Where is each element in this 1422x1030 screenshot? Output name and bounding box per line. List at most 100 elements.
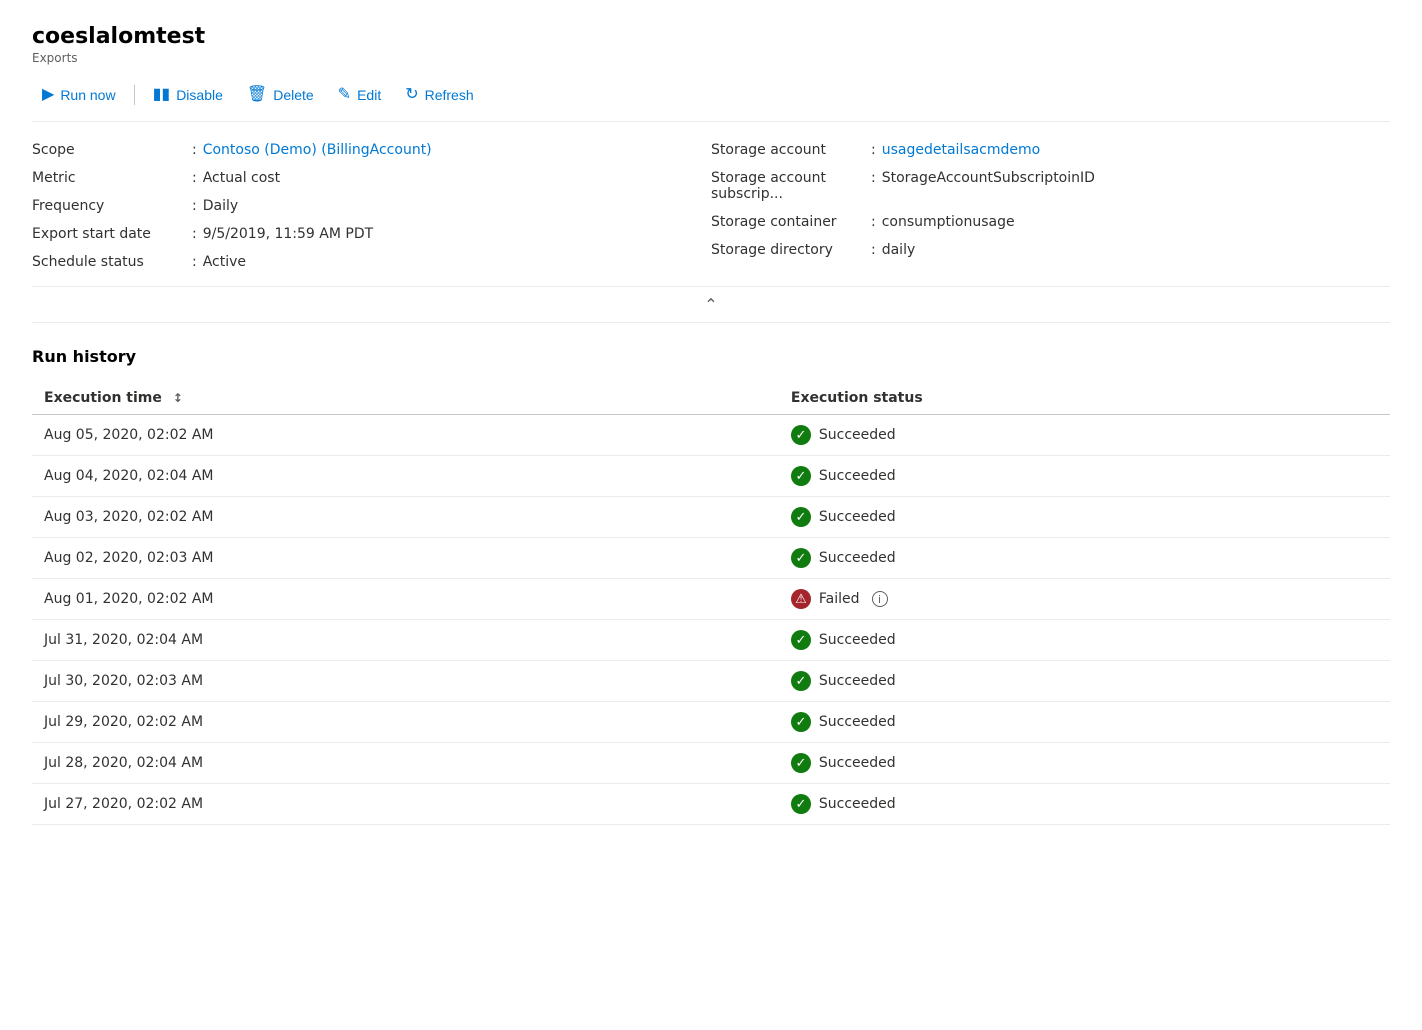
status-icon: ✓: [791, 630, 811, 650]
detail-label: Storage account: [711, 142, 871, 158]
execution-status-cell: ✓ Succeeded: [779, 743, 1390, 784]
detail-label: Frequency: [32, 198, 192, 214]
details-section: Scope : Contoso (Demo) (BillingAccount) …: [32, 142, 1390, 270]
table-row: Jul 29, 2020, 02:02 AM ✓ Succeeded: [32, 702, 1390, 743]
detail-value: Daily: [203, 198, 238, 214]
refresh-button[interactable]: ↻ Refresh: [395, 81, 483, 109]
edit-icon: ✎: [338, 87, 351, 103]
detail-label: Storage container: [711, 214, 871, 230]
detail-value: daily: [882, 242, 916, 258]
collapse-button[interactable]: ⌃: [32, 286, 1390, 323]
detail-label: Export start date: [32, 226, 192, 242]
delete-button[interactable]: 🗑 Delete: [237, 81, 324, 109]
detail-value: StorageAccountSubscriptoinID: [882, 170, 1095, 186]
execution-time-cell: Aug 04, 2020, 02:04 AM: [32, 456, 779, 497]
execution-status-cell: ⚠ Failed i: [779, 579, 1390, 620]
execution-status-cell: ✓ Succeeded: [779, 661, 1390, 702]
status-label: Failed: [819, 591, 860, 607]
table-header-row: Execution time ↕ Execution status: [32, 382, 1390, 415]
info-icon[interactable]: i: [872, 591, 888, 607]
detail-label: Metric: [32, 170, 192, 186]
run-history-title: Run history: [32, 347, 1390, 366]
status-label: Succeeded: [819, 427, 896, 443]
page-title: coeslalomtest: [32, 24, 1390, 49]
detail-row: Storage directory : daily: [711, 242, 1390, 258]
table-row: Jul 30, 2020, 02:03 AM ✓ Succeeded: [32, 661, 1390, 702]
detail-row: Metric : Actual cost: [32, 170, 711, 186]
detail-row: Schedule status : Active: [32, 254, 711, 270]
toolbar: ▶ Run now ▮▮ Disable 🗑 Delete ✎ Edit ↻ R…: [32, 81, 1390, 122]
status-icon: ✓: [791, 548, 811, 568]
table-row: Jul 31, 2020, 02:04 AM ✓ Succeeded: [32, 620, 1390, 661]
status-icon: ✓: [791, 753, 811, 773]
col-execution-time[interactable]: Execution time ↕: [32, 382, 779, 415]
detail-value: 9/5/2019, 11:59 AM PDT: [203, 226, 373, 242]
execution-time-cell: Jul 31, 2020, 02:04 AM: [32, 620, 779, 661]
execution-time-cell: Jul 28, 2020, 02:04 AM: [32, 743, 779, 784]
run-now-button[interactable]: ▶ Run now: [32, 81, 126, 109]
edit-button[interactable]: ✎ Edit: [328, 81, 392, 109]
detail-label: Storage directory: [711, 242, 871, 258]
execution-status-cell: ✓ Succeeded: [779, 702, 1390, 743]
status-icon: ✓: [791, 466, 811, 486]
status-icon: ✓: [791, 425, 811, 445]
status-label: Succeeded: [819, 714, 896, 730]
execution-time-cell: Aug 01, 2020, 02:02 AM: [32, 579, 779, 620]
execution-status-cell: ✓ Succeeded: [779, 415, 1390, 456]
detail-value[interactable]: Contoso (Demo) (BillingAccount): [203, 142, 432, 158]
status-icon: ✓: [791, 507, 811, 527]
execution-status-cell: ✓ Succeeded: [779, 784, 1390, 825]
status-icon: ✓: [791, 671, 811, 691]
toolbar-separator-1: [134, 85, 135, 105]
status-label: Succeeded: [819, 550, 896, 566]
disable-button[interactable]: ▮▮ Disable: [143, 81, 233, 109]
table-row: Aug 03, 2020, 02:02 AM ✓ Succeeded: [32, 497, 1390, 538]
table-row: Aug 01, 2020, 02:02 AM ⚠ Failed i: [32, 579, 1390, 620]
execution-time-cell: Jul 29, 2020, 02:02 AM: [32, 702, 779, 743]
run-history-table: Execution time ↕ Execution status Aug 05…: [32, 382, 1390, 825]
refresh-icon: ↻: [405, 87, 418, 103]
execution-status-cell: ✓ Succeeded: [779, 620, 1390, 661]
detail-row: Frequency : Daily: [32, 198, 711, 214]
status-label: Succeeded: [819, 755, 896, 771]
table-row: Aug 04, 2020, 02:04 AM ✓ Succeeded: [32, 456, 1390, 497]
execution-time-cell: Aug 02, 2020, 02:03 AM: [32, 538, 779, 579]
detail-value[interactable]: usagedetailsacmdemo: [882, 142, 1041, 158]
table-row: Jul 28, 2020, 02:04 AM ✓ Succeeded: [32, 743, 1390, 784]
execution-time-cell: Jul 27, 2020, 02:02 AM: [32, 784, 779, 825]
sort-icon[interactable]: ↕: [173, 391, 183, 405]
details-left-col: Scope : Contoso (Demo) (BillingAccount) …: [32, 142, 711, 270]
disable-icon: ▮▮: [153, 87, 171, 103]
delete-icon: 🗑: [247, 87, 267, 103]
table-row: Aug 02, 2020, 02:03 AM ✓ Succeeded: [32, 538, 1390, 579]
run-now-icon: ▶: [42, 87, 54, 103]
breadcrumb: Exports: [32, 51, 1390, 65]
detail-row: Storage container : consumptionusage: [711, 214, 1390, 230]
detail-row: Export start date : 9/5/2019, 11:59 AM P…: [32, 226, 711, 242]
execution-status-cell: ✓ Succeeded: [779, 538, 1390, 579]
execution-time-cell: Aug 03, 2020, 02:02 AM: [32, 497, 779, 538]
status-label: Succeeded: [819, 509, 896, 525]
status-icon: ✓: [791, 712, 811, 732]
detail-label: Scope: [32, 142, 192, 158]
detail-row: Storage account : usagedetailsacmdemo: [711, 142, 1390, 158]
detail-label: Storage account subscrip...: [711, 170, 871, 202]
table-row: Aug 05, 2020, 02:02 AM ✓ Succeeded: [32, 415, 1390, 456]
status-label: Succeeded: [819, 632, 896, 648]
status-icon: ⚠: [791, 589, 811, 609]
detail-value: Active: [203, 254, 246, 270]
detail-row: Storage account subscrip... : StorageAcc…: [711, 170, 1390, 202]
detail-value: Actual cost: [203, 170, 280, 186]
execution-time-cell: Jul 30, 2020, 02:03 AM: [32, 661, 779, 702]
detail-row: Scope : Contoso (Demo) (BillingAccount): [32, 142, 711, 158]
execution-status-cell: ✓ Succeeded: [779, 456, 1390, 497]
execution-time-cell: Aug 05, 2020, 02:02 AM: [32, 415, 779, 456]
table-row: Jul 27, 2020, 02:02 AM ✓ Succeeded: [32, 784, 1390, 825]
status-label: Succeeded: [819, 468, 896, 484]
status-icon: ✓: [791, 794, 811, 814]
detail-label: Schedule status: [32, 254, 192, 270]
status-label: Succeeded: [819, 673, 896, 689]
status-label: Succeeded: [819, 796, 896, 812]
execution-status-cell: ✓ Succeeded: [779, 497, 1390, 538]
details-right-col: Storage account : usagedetailsacmdemo St…: [711, 142, 1390, 270]
